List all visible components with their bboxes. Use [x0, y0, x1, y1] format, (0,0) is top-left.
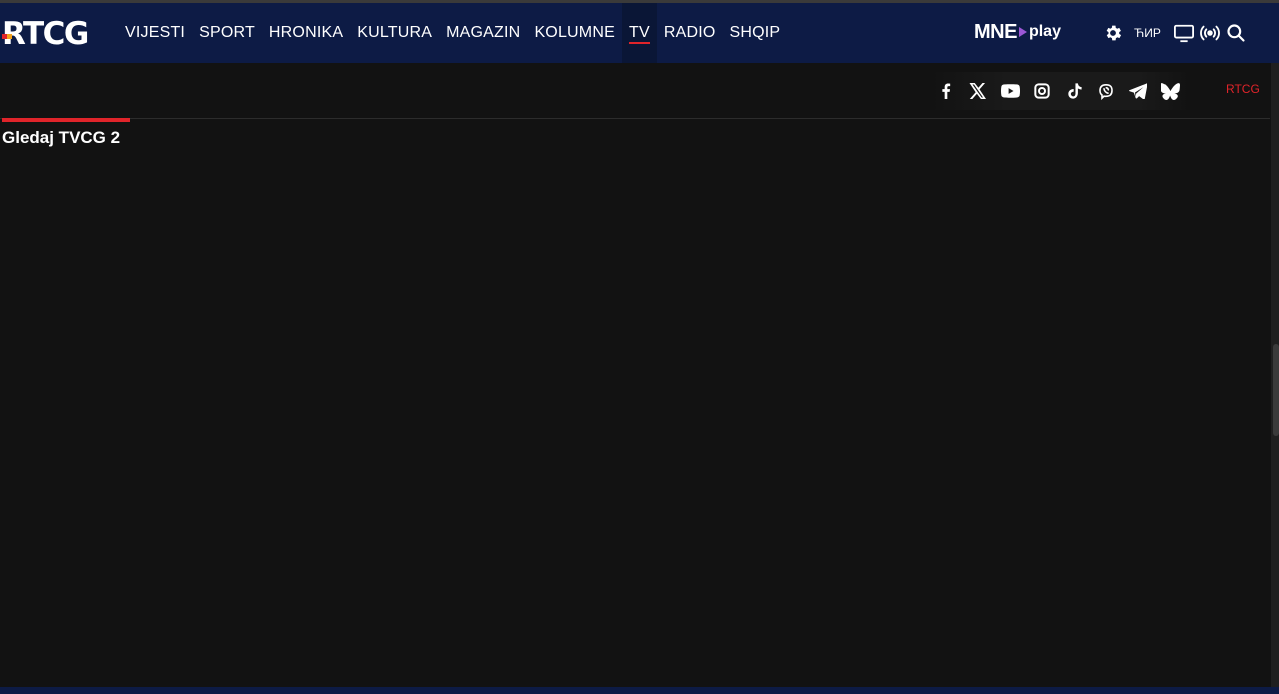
gear-icon[interactable]	[1100, 20, 1126, 46]
section-divider	[0, 118, 1270, 119]
instagram-icon[interactable]	[1026, 75, 1058, 107]
broadcast-icon[interactable]	[1197, 20, 1223, 46]
viber-icon[interactable]	[1090, 75, 1122, 107]
mneplay-play-text: play	[1028, 23, 1061, 40]
logo-mark-orange	[7, 34, 12, 39]
main-navbar: RTCG VIJESTI SPORT HRONIKA KULTURA MAGAZ…	[0, 3, 1279, 63]
x-icon[interactable]	[962, 75, 994, 107]
rtcg-logo[interactable]: RTCG	[2, 14, 89, 54]
nav-item-vijesti[interactable]: VIJESTI	[118, 3, 192, 63]
nav-item-magazin[interactable]: MAGAZIN	[439, 3, 527, 63]
nav-item-kultura[interactable]: KULTURA	[350, 3, 439, 63]
facebook-icon[interactable]	[930, 75, 962, 107]
tiktok-icon[interactable]	[1058, 75, 1090, 107]
tv-icon[interactable]	[1171, 20, 1197, 46]
header-tools: ЋИР	[1100, 20, 1249, 46]
nav-item-radio[interactable]: RADIO	[657, 3, 723, 63]
bluesky-icon[interactable]	[1154, 75, 1186, 107]
page-title: Gledaj TVCG 2	[2, 128, 121, 147]
telegram-icon[interactable]	[1122, 75, 1154, 107]
page-scrollbar-thumb[interactable]	[1273, 344, 1279, 436]
nav-item-hronika[interactable]: HRONIKA	[262, 3, 350, 63]
search-icon[interactable]	[1223, 20, 1249, 46]
nav-item-kolumne[interactable]: KOLUMNE	[527, 3, 622, 63]
cyrillic-toggle[interactable]: ЋИР	[1134, 26, 1161, 40]
social-links-bar	[930, 72, 1190, 110]
rtcg-link[interactable]: RTCG	[1226, 82, 1260, 96]
youtube-icon[interactable]	[994, 75, 1026, 107]
nav-item-sport[interactable]: SPORT	[192, 3, 262, 63]
mneplay-logo[interactable]: MNE play	[974, 20, 1061, 44]
mneplay-mne-text: MNE	[974, 20, 1017, 43]
primary-nav: VIJESTI SPORT HRONIKA KULTURA MAGAZIN KO…	[118, 3, 787, 63]
nav-item-tv[interactable]: TV	[621, 3, 657, 63]
footer-strip	[0, 687, 1279, 694]
play-triangle-icon	[1018, 27, 1027, 37]
section-tab-indicator	[2, 118, 130, 122]
logo-text: RTCG	[2, 16, 89, 52]
nav-item-shqip[interactable]: SHQIP	[723, 3, 788, 63]
